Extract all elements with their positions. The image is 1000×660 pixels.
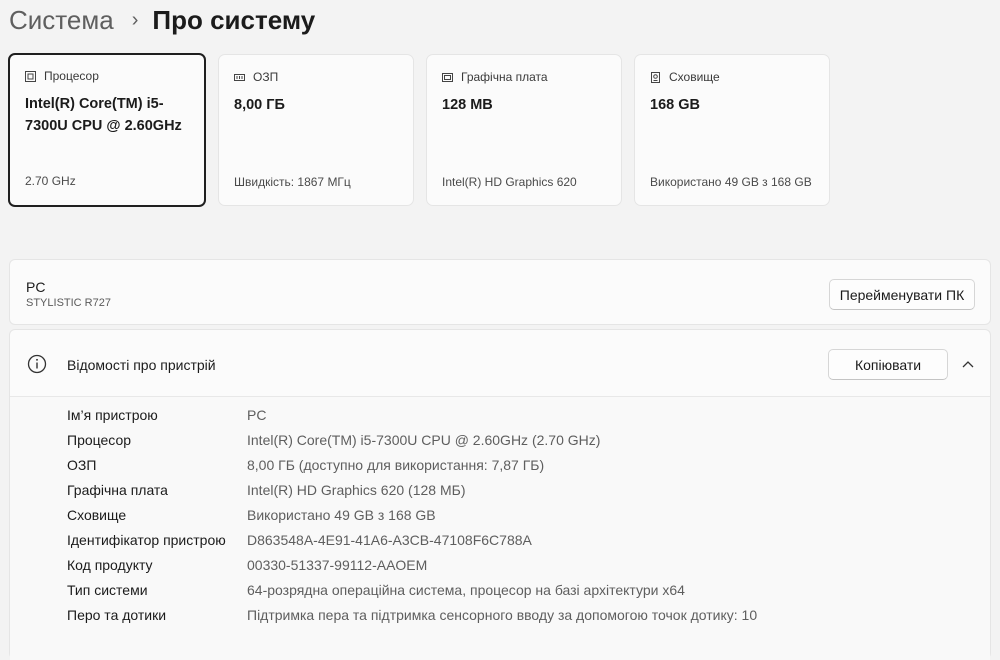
breadcrumb-separator-icon: ›: [131, 9, 139, 31]
spec-row: Графічна плата Intel(R) HD Graphics 620 …: [10, 482, 990, 507]
spec-value: 8,00 ГБ (доступно для використання: 7,87…: [247, 457, 545, 473]
pc-name: PC: [26, 279, 46, 295]
card-storage-title: Сховище: [669, 70, 720, 84]
card-ram-value: 8,00 ГБ: [234, 97, 285, 113]
card-storage-value: 168 GB: [650, 97, 700, 113]
spec-row: Ім’я пристрою PC: [10, 407, 990, 432]
spec-value: D863548A-4E91-41A6-A3CB-47108F6C788A: [247, 532, 532, 548]
card-graphics-value: 128 MB: [442, 97, 493, 113]
pc-name-panel: PC STYLISTIC R727 Перейменувати ПК: [9, 259, 991, 325]
spec-row: Перо та дотики Підтримка пера та підтрим…: [10, 607, 990, 632]
device-specs-panel: Відомості про пристрій Копіювати Ім’я пр…: [9, 329, 991, 660]
spec-row: Ідентифікатор пристрою D863548A-4E91-41A…: [10, 532, 990, 557]
storage-icon: [651, 71, 660, 83]
spec-label: ОЗП: [67, 457, 97, 473]
breadcrumb: Система › Про систему: [9, 2, 315, 38]
rename-pc-button[interactable]: Перейменувати ПК: [829, 279, 975, 310]
device-specs-title: Відомості про пристрій: [67, 357, 216, 373]
spec-value: Intel(R) Core(TM) i5-7300U CPU @ 2.60GHz…: [247, 432, 601, 448]
spec-value: Intel(R) HD Graphics 620 (128 МБ): [247, 482, 466, 498]
spec-value: 64-розрядна операційна система, процесор…: [247, 582, 685, 598]
info-icon: [27, 354, 47, 374]
card-ram-title: ОЗП: [253, 70, 279, 84]
ram-icon: [234, 73, 245, 81]
card-storage-sub: Використано 49 GB з 168 GB: [650, 175, 812, 189]
chevron-up-icon[interactable]: [958, 354, 978, 374]
spec-row: Процесор Intel(R) Core(TM) i5-7300U CPU …: [10, 432, 990, 457]
card-processor[interactable]: Процесор Intel(R) Core(TM) i5-7300U CPU …: [8, 53, 206, 207]
spec-value: Підтримка пера та підтримка сенсорного в…: [247, 607, 758, 623]
processor-icon: [25, 70, 36, 82]
spec-label: Процесор: [67, 432, 132, 448]
breadcrumb-system-link[interactable]: Система: [9, 5, 114, 36]
card-ram-header: ОЗП: [234, 70, 278, 84]
spec-label: Сховище: [67, 507, 127, 523]
spec-value: Використано 49 GB з 168 GB: [247, 507, 436, 523]
card-processor-title: Процесор: [44, 69, 99, 83]
card-storage[interactable]: Сховище 168 GB Використано 49 GB з 168 G…: [634, 54, 830, 206]
spec-label: Код продукту: [67, 557, 153, 573]
spec-row: Сховище Використано 49 GB з 168 GB: [10, 507, 990, 532]
spec-row: ОЗП 8,00 ГБ (доступно для використання: …: [10, 457, 990, 482]
copy-button[interactable]: Копіювати: [828, 349, 948, 380]
card-ram[interactable]: ОЗП 8,00 ГБ Швидкість: 1867 МГц: [218, 54, 414, 206]
device-specs-header[interactable]: Відомості про пристрій Копіювати: [10, 330, 990, 397]
card-graphics[interactable]: Графічна плата 128 MB Intel(R) HD Graphi…: [426, 54, 622, 206]
card-graphics-header: Графічна плата: [442, 70, 548, 84]
page-title: Про систему: [152, 4, 316, 35]
card-processor-header: Процесор: [25, 69, 99, 83]
spec-row: Тип системи 64-розрядна операційна систе…: [10, 582, 990, 607]
spec-row: Код продукту 00330-51337-99112-AAOEM: [10, 557, 990, 582]
spec-value: 00330-51337-99112-AAOEM: [247, 557, 428, 573]
spec-label: Ідентифікатор пристрою: [67, 532, 226, 548]
spec-label: Тип системи: [67, 582, 148, 598]
card-graphics-sub: Intel(R) HD Graphics 620: [442, 175, 577, 189]
graphics-card-icon: [442, 72, 453, 82]
spec-value: PC: [247, 407, 267, 423]
device-specs-body: Ім’я пристрою PC Процесор Intel(R) Core(…: [10, 397, 990, 660]
spec-label: Перо та дотики: [67, 607, 167, 623]
card-processor-sub: 2.70 GHz: [25, 174, 76, 188]
card-storage-header: Сховище: [650, 70, 720, 84]
card-ram-sub: Швидкість: 1867 МГц: [234, 175, 351, 189]
spec-label: Графічна плата: [67, 482, 168, 498]
card-processor-value: Intel(R) Core(TM) i5-7300U CPU @ 2.60GHz: [25, 96, 182, 134]
pc-model: STYLISTIC R727: [26, 297, 111, 309]
spec-label: Ім’я пристрою: [67, 407, 158, 423]
card-graphics-title: Графічна плата: [461, 70, 548, 84]
